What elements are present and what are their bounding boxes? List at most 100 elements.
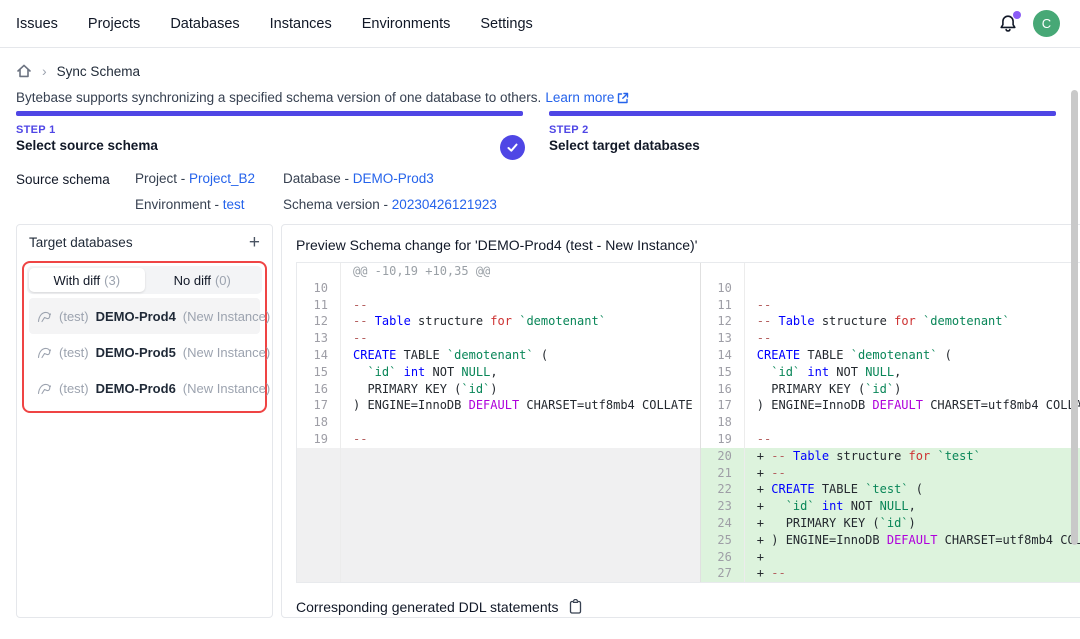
database-suffix: (New Instance) <box>183 309 270 324</box>
code-content: + <box>745 549 1080 566</box>
notifications-button[interactable] <box>997 13 1019 35</box>
target-databases-panel: Target databases + With diff(3)No diff(0… <box>16 224 273 618</box>
mysql-icon <box>37 381 52 395</box>
step-complete-check-icon <box>500 135 525 160</box>
code-content: + -- <box>745 465 1080 482</box>
original-code-line <box>297 498 700 515</box>
line-number: 12 <box>701 313 745 330</box>
target-databases-highlight-box: With diff(3)No diff(0) (test)DEMO-Prod4(… <box>22 261 267 413</box>
source-field-value-link[interactable]: 20230426121923 <box>392 197 497 212</box>
modified-code-line: 26+ <box>701 549 1080 566</box>
line-number <box>297 448 341 465</box>
line-number: 11 <box>701 297 745 314</box>
nav-item-databases[interactable]: Databases <box>170 16 239 32</box>
code-content: -- <box>341 330 700 347</box>
database-environment: (test) <box>59 345 89 360</box>
breadcrumb: › Sync Schema <box>16 62 1064 80</box>
database-item-demo-prod5[interactable]: (test)DEMO-Prod5(New Instance) <box>29 334 260 370</box>
source-field-value-link[interactable]: DEMO-Prod3 <box>353 171 434 186</box>
nav-item-projects[interactable]: Projects <box>88 16 140 32</box>
source-field-label: Environment - <box>135 197 223 212</box>
original-code-line: 18 <box>297 414 700 431</box>
line-number: 18 <box>701 414 745 431</box>
tab-no-diff[interactable]: No diff(0) <box>145 268 261 292</box>
step-2-title: Select target databases <box>549 138 1056 153</box>
line-number <box>297 565 341 582</box>
line-number <box>297 481 341 498</box>
database-name: DEMO-Prod5 <box>96 345 176 360</box>
database-item-demo-prod4[interactable]: (test)DEMO-Prod4(New Instance) <box>29 298 260 334</box>
line-number: 19 <box>297 431 341 448</box>
original-code-line <box>297 481 700 498</box>
schema-diff-editor[interactable]: @@ -10,19 +10,35 @@1011--12-- Table stru… <box>296 262 1080 583</box>
tab-with-diff[interactable]: With diff(3) <box>29 268 145 292</box>
line-number: 18 <box>297 414 341 431</box>
diff-modified-pane[interactable]: 1011--12-- Table structure for `demotena… <box>701 263 1080 582</box>
nav-item-instances[interactable]: Instances <box>270 16 332 32</box>
home-icon[interactable] <box>16 63 32 79</box>
nav-item-settings[interactable]: Settings <box>480 16 532 32</box>
diff-original-pane[interactable]: @@ -10,19 +10,35 @@1011--12-- Table stru… <box>297 263 701 582</box>
page-scrollbar[interactable] <box>1071 90 1078 545</box>
step-1-progress-bar <box>16 111 523 116</box>
modified-code-line: 23+ `id` int NOT NULL, <box>701 498 1080 515</box>
line-number: 10 <box>297 280 341 297</box>
source-field-value-link[interactable]: test <box>223 197 245 212</box>
code-content <box>745 280 1080 297</box>
learn-more-label: Learn more <box>545 90 614 105</box>
nav-item-issues[interactable]: Issues <box>16 16 58 32</box>
source-field-label: Database - <box>283 171 353 186</box>
code-content: -- <box>745 330 1080 347</box>
code-content <box>341 280 700 297</box>
code-content: + `id` int NOT NULL, <box>745 498 1080 515</box>
code-content: -- <box>341 431 700 448</box>
code-content: ) ENGINE=InnoDB DEFAULT CHARSET=utf8mb4 … <box>341 397 700 414</box>
line-number <box>297 532 341 549</box>
intro-text: Bytebase supports synchronizing a specif… <box>16 90 1064 105</box>
line-number: 26 <box>701 549 745 566</box>
modified-code-line: 21+ -- <box>701 465 1080 482</box>
code-content: @@ -10,19 +10,35 @@ <box>341 263 700 280</box>
line-number: 15 <box>701 364 745 381</box>
source-field-value-link[interactable]: Project_B2 <box>189 171 255 186</box>
line-number: 14 <box>701 347 745 364</box>
database-name: DEMO-Prod4 <box>96 309 176 324</box>
line-number: 13 <box>701 330 745 347</box>
step-1[interactable]: STEP 1 Select source schema <box>16 111 523 153</box>
database-item-demo-prod6[interactable]: (test)DEMO-Prod6(New Instance) <box>29 370 260 406</box>
preview-title: Preview Schema change for 'DEMO-Prod4 (t… <box>296 237 1080 253</box>
nav-item-environments[interactable]: Environments <box>362 16 451 32</box>
learn-more-link[interactable]: Learn more <box>545 90 629 105</box>
original-code-line: 11-- <box>297 297 700 314</box>
step-2[interactable]: STEP 2 Select target databases <box>549 111 1056 153</box>
source-schema-section: Source schema Project - Project_B2 Databa… <box>16 171 1064 212</box>
source-schema-fields: Project - Project_B2 Database - DEMO-Prod… <box>135 171 497 212</box>
source-field-label: Project - <box>135 171 189 186</box>
copy-ddl-button[interactable] <box>568 599 583 615</box>
modified-code-line: 20+ -- Table structure for `test` <box>701 448 1080 465</box>
add-target-database-button[interactable]: + <box>249 233 260 252</box>
code-content: + PRIMARY KEY (`id`) <box>745 515 1080 532</box>
code-content: CREATE TABLE `demotenant` ( <box>341 347 700 364</box>
code-content <box>341 549 700 566</box>
line-number: 10 <box>701 280 745 297</box>
original-code-line: @@ -10,19 +10,35 @@ <box>297 263 700 280</box>
mysql-icon <box>37 345 52 359</box>
nav-items: Issues Projects Databases Instances Environm… <box>16 16 533 32</box>
external-link-icon <box>617 92 629 104</box>
line-number: 22 <box>701 481 745 498</box>
source-schema-label: Source schema <box>16 171 135 212</box>
source-field-label: Schema version - <box>283 197 392 212</box>
line-number: 15 <box>297 364 341 381</box>
code-content <box>341 565 700 582</box>
code-content: ) ENGINE=InnoDB DEFAULT CHARSET=utf8mb4 … <box>745 397 1080 414</box>
tab-count: (0) <box>215 273 231 288</box>
original-code-line: 17) ENGINE=InnoDB DEFAULT CHARSET=utf8mb… <box>297 397 700 414</box>
code-content: -- <box>745 431 1080 448</box>
original-code-line <box>297 565 700 582</box>
modified-code-line: 22+ CREATE TABLE `test` ( <box>701 481 1080 498</box>
code-content <box>341 414 700 431</box>
step-2-progress-bar <box>549 111 1056 116</box>
avatar[interactable]: C <box>1033 10 1060 37</box>
tab-count: (3) <box>104 273 120 288</box>
